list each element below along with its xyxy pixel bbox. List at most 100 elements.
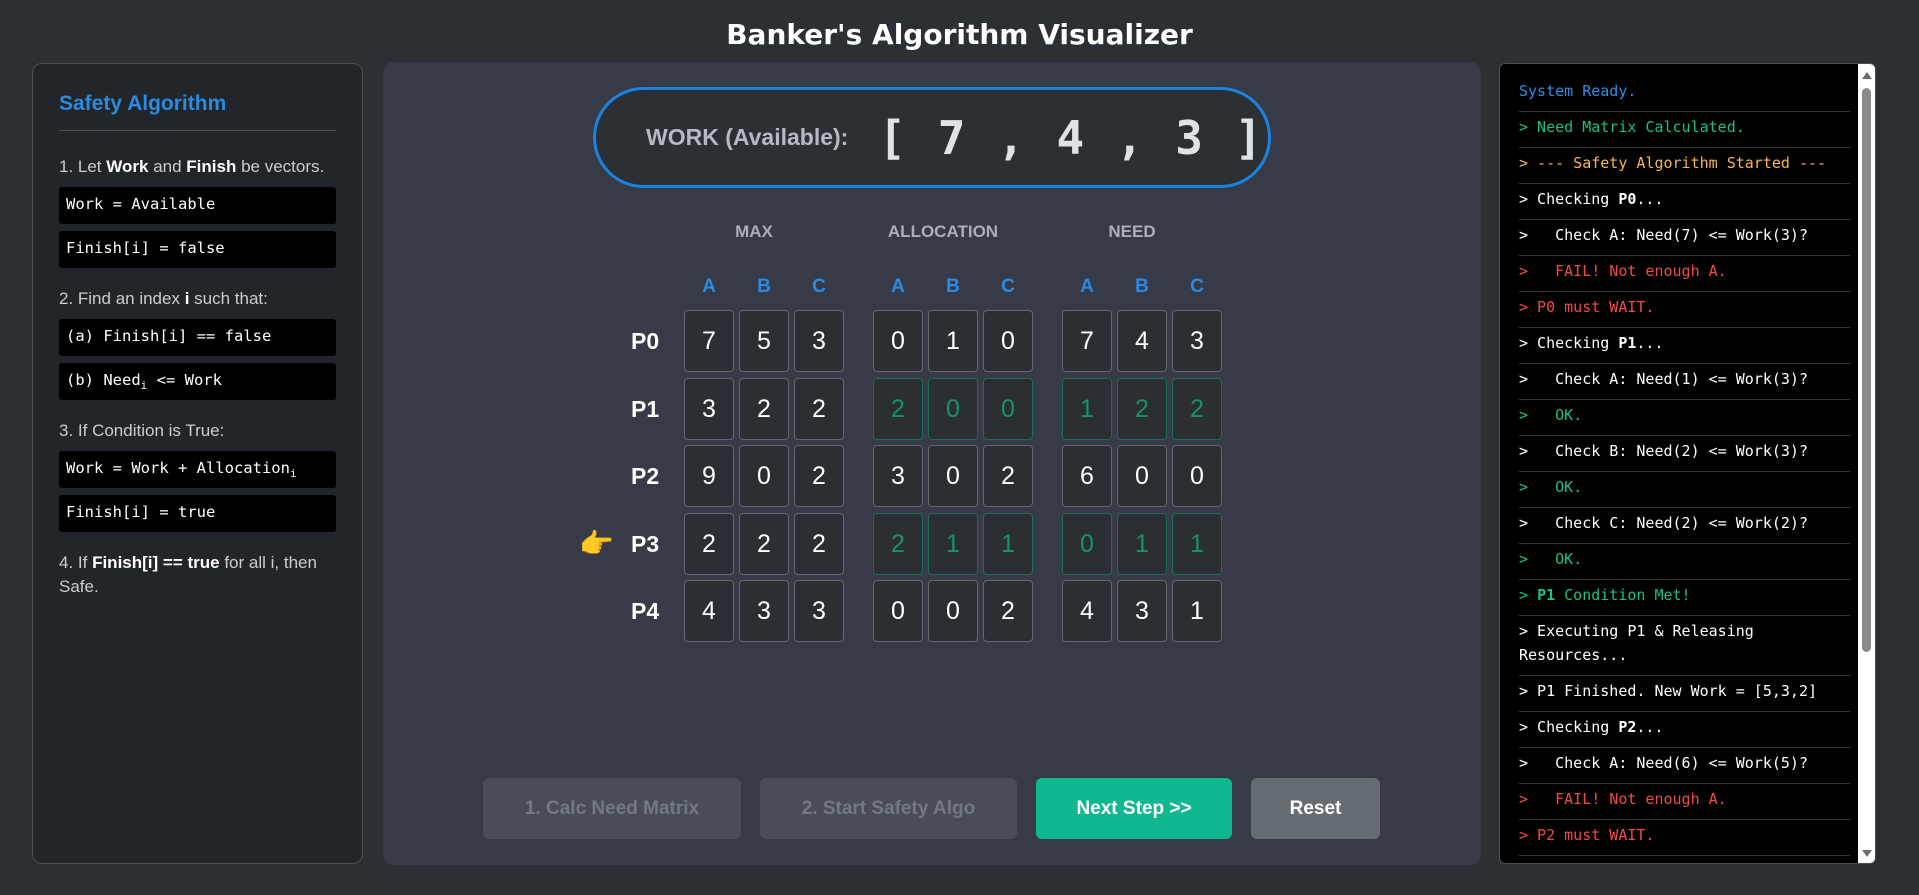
code-condition-b: (b) Needi <= Work: [59, 363, 336, 400]
cell-need-c: 3: [1172, 310, 1222, 372]
cell-allocation-c: 0: [983, 310, 1033, 372]
cell-need-a: 0: [1062, 513, 1112, 575]
cell-need-c: 1: [1172, 580, 1222, 642]
work-vector-display: WORK (Available): [ 7 , 4 , 3 ]: [593, 87, 1271, 188]
log-entry: > P1 Finished. New Work = [5,3,2]: [1519, 676, 1850, 712]
cell-allocation-a: 2: [873, 513, 923, 575]
log-entry: > Executing P1 & Releasing Resources...: [1519, 616, 1850, 676]
code-work-update: Work = Work + Allocationi: [59, 451, 336, 488]
scroll-down-icon[interactable]: [1862, 850, 1872, 857]
log-entry: > OK.: [1519, 400, 1850, 436]
column-header-need-b: B: [1135, 276, 1149, 297]
column-header-need-a: A: [1080, 276, 1094, 297]
process-row-p1: P1T322200122: [383, 378, 1481, 440]
reset-button[interactable]: Reset: [1251, 778, 1380, 839]
log-entry: > Check C: Need(2) <= Work(2)?: [1519, 508, 1850, 544]
log-entry: > Check A: Need(7) <= Work(3)?: [1519, 220, 1850, 256]
section-max: MAX: [735, 222, 773, 241]
algorithm-title: Safety Algorithm: [59, 92, 336, 131]
code-finish-set: Finish[i] = true: [59, 495, 336, 532]
cell-max-c: 2: [794, 378, 844, 440]
process-row-p2: P2F902302600: [383, 445, 1481, 507]
cell-need-a: 7: [1062, 310, 1112, 372]
log-entry: > FAIL! Not enough A.: [1519, 784, 1850, 820]
column-header-max-a: A: [702, 276, 716, 297]
cell-allocation-c: 0: [983, 378, 1033, 440]
process-name: P4: [631, 598, 660, 624]
cell-allocation-a: 3: [873, 445, 923, 507]
column-header-allocation-a: A: [891, 276, 905, 297]
cell-need-b: 3: [1117, 580, 1167, 642]
cell-need-c: 2: [1172, 378, 1222, 440]
cell-max-b: 3: [739, 580, 789, 642]
work-vector: [ 7 , 4 , 3 ]: [878, 110, 1265, 165]
step-4: 4. If Finish[i] == true for all i, then …: [59, 553, 317, 596]
cell-allocation-b: 0: [928, 378, 978, 440]
process-name: P1: [631, 396, 660, 422]
log-entry: > Check B: Need(2) <= Work(3)?: [1519, 436, 1850, 472]
log-scrollbar[interactable]: [1858, 64, 1875, 863]
cell-need-b: 0: [1117, 445, 1167, 507]
cell-need-a: 1: [1062, 378, 1112, 440]
step-1: 1. Let Work and Finish be vectors.: [59, 157, 325, 176]
log-entry: > P0 must WAIT.: [1519, 292, 1850, 328]
section-allocation: ALLOCATION: [887, 222, 999, 241]
cell-allocation-c: 1: [983, 513, 1033, 575]
cell-need-c: 0: [1172, 445, 1222, 507]
cell-allocation-b: 0: [928, 445, 978, 507]
column-header-max-b: B: [757, 276, 771, 297]
log-entry: > OK.: [1519, 544, 1850, 580]
code-condition-a: (a) Finish[i] == false: [59, 319, 336, 356]
log-list: System Ready. > Need Matrix Calculated. > …: [1519, 76, 1850, 856]
cell-allocation-a: 2: [873, 378, 923, 440]
page-title: Banker's Algorithm Visualizer: [726, 18, 1193, 51]
cell-need-b: 1: [1117, 513, 1167, 575]
cell-allocation-c: 2: [983, 445, 1033, 507]
log-entry: > Checking P1...: [1519, 328, 1850, 364]
next-step-button[interactable]: Next Step >>: [1036, 778, 1232, 839]
start-safety-button[interactable]: 2. Start Safety Algo: [760, 778, 1017, 839]
matrix-area: WORK (Available): [ 7 , 4 , 3 ] MAX ALLO…: [383, 62, 1481, 865]
log-entry: > P2 must WAIT.: [1519, 820, 1850, 856]
cell-max-a: 7: [684, 310, 734, 372]
column-header-allocation-c: C: [1001, 276, 1015, 297]
log-console[interactable]: System Ready. > Need Matrix Calculated. > …: [1499, 63, 1876, 864]
step-2: 2. Find an index i such that:: [59, 289, 268, 308]
cell-allocation-b: 0: [928, 580, 978, 642]
log-entry: > P1 Condition Met!: [1519, 580, 1850, 616]
cell-allocation-c: 2: [983, 580, 1033, 642]
log-entry: > Check A: Need(1) <= Work(3)?: [1519, 364, 1850, 400]
cell-max-a: 9: [684, 445, 734, 507]
cell-max-a: 2: [684, 513, 734, 575]
cell-need-b: 2: [1117, 378, 1167, 440]
column-header-need-c: C: [1190, 276, 1204, 297]
cell-max-a: 3: [684, 378, 734, 440]
calc-need-button[interactable]: 1. Calc Need Matrix: [483, 778, 741, 839]
process-row-p0: P0F753010743: [383, 310, 1481, 372]
log-entry: > FAIL! Not enough A.: [1519, 256, 1850, 292]
cell-max-c: 2: [794, 445, 844, 507]
work-label: WORK (Available):: [646, 124, 849, 150]
process-row-p4: P4F433002431: [383, 580, 1481, 642]
cell-need-b: 4: [1117, 310, 1167, 372]
scroll-thumb[interactable]: [1862, 88, 1871, 652]
column-header-allocation-b: B: [946, 276, 960, 297]
algorithm-panel: Safety Algorithm 1. Let Work and Finish …: [32, 63, 363, 864]
process-name: P2: [631, 463, 660, 489]
log-entry: > OK.: [1519, 472, 1850, 508]
log-entry: > --- Safety Algorithm Started ---: [1519, 148, 1850, 184]
cell-max-a: 4: [684, 580, 734, 642]
code-work-init: Work = Available: [59, 187, 336, 224]
process-row-p3: 👉P3T222211011: [383, 513, 1481, 575]
column-header-max-c: C: [812, 276, 826, 297]
cell-max-c: 3: [794, 580, 844, 642]
log-entry: > Need Matrix Calculated.: [1519, 112, 1850, 148]
cell-max-b: 2: [739, 513, 789, 575]
scroll-up-icon[interactable]: [1862, 72, 1872, 79]
cell-max-c: 3: [794, 310, 844, 372]
section-need: NEED: [1108, 222, 1156, 241]
step-3: 3. If Condition is True:: [59, 421, 225, 440]
pointing-hand-icon: 👉: [579, 528, 614, 559]
cell-max-b: 0: [739, 445, 789, 507]
cell-allocation-b: 1: [928, 310, 978, 372]
